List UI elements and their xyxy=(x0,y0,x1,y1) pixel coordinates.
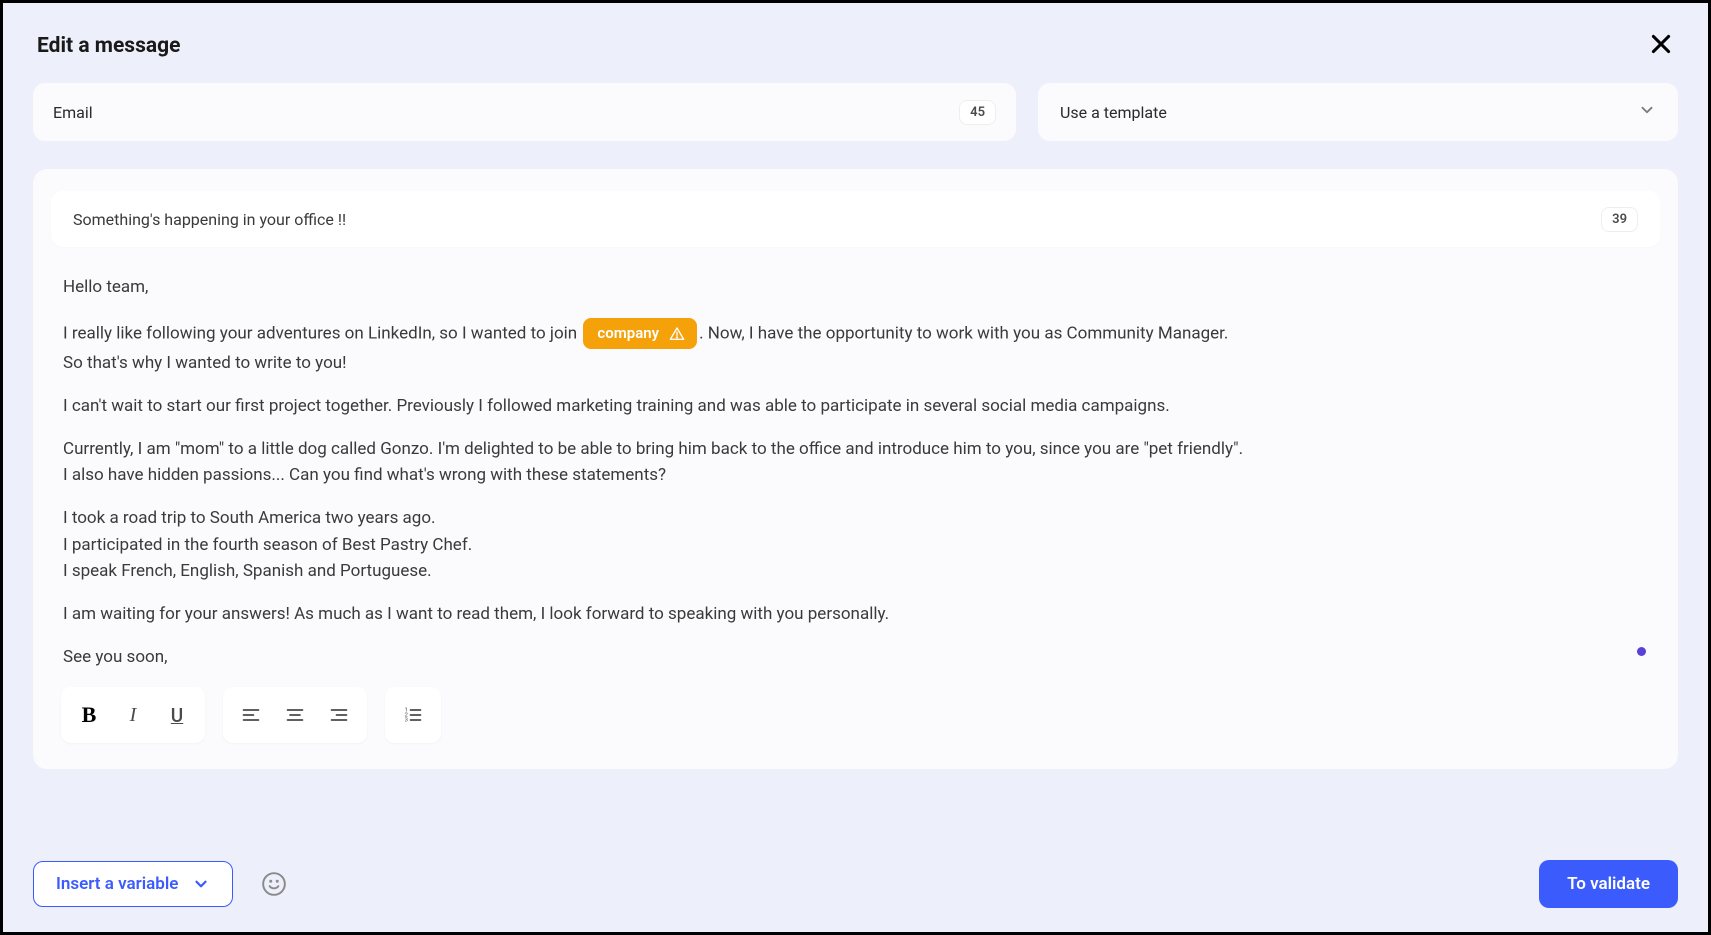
close-icon xyxy=(1648,31,1674,57)
insert-variable-label: Insert a variable xyxy=(56,874,178,894)
body-paragraph: Hello team, xyxy=(63,275,1648,300)
body-paragraph: Currently, I am "mom" to a little dog ca… xyxy=(63,437,1648,462)
editor-toolbar: B I U 123 xyxy=(51,687,1660,743)
body-paragraph: I really like following your adventures … xyxy=(63,318,1648,350)
align-center-icon xyxy=(285,705,305,725)
resize-handle[interactable] xyxy=(1637,647,1646,656)
align-left-icon xyxy=(241,705,261,725)
smile-icon xyxy=(261,871,287,897)
align-right-icon xyxy=(329,705,349,725)
ordered-list-icon: 123 xyxy=(403,705,423,725)
email-tab[interactable]: Email 45 xyxy=(33,83,1016,141)
body-paragraph: I took a road trip to South America two … xyxy=(63,506,1648,531)
body-paragraph: I participated in the fourth season of B… xyxy=(63,533,1648,558)
chevron-down-icon xyxy=(1638,101,1656,123)
template-select[interactable]: Use a template xyxy=(1038,83,1678,141)
align-left-button[interactable] xyxy=(229,693,273,737)
list-group: 123 xyxy=(385,687,441,743)
insert-variable-button[interactable]: Insert a variable xyxy=(33,861,233,907)
body-paragraph: So that's why I wanted to write to you! xyxy=(63,351,1648,376)
subject-text: Something's happening in your office !! xyxy=(73,210,346,229)
variable-chip-company[interactable]: company xyxy=(583,318,697,350)
body-paragraph: I also have hidden passions... Can you f… xyxy=(63,463,1648,488)
subject-count-badge: 39 xyxy=(1601,207,1638,232)
email-count-badge: 45 xyxy=(959,100,996,125)
body-paragraph: I speak French, English, Spanish and Por… xyxy=(63,559,1648,584)
email-tab-label: Email xyxy=(53,103,93,122)
align-right-button[interactable] xyxy=(317,693,361,737)
chevron-down-icon xyxy=(192,875,210,893)
close-button[interactable] xyxy=(1648,31,1674,61)
underline-button[interactable]: U xyxy=(155,693,199,737)
message-body[interactable]: Hello team, I really like following your… xyxy=(51,269,1660,669)
subject-input[interactable]: Something's happening in your office !! … xyxy=(51,191,1660,247)
italic-button[interactable]: I xyxy=(111,693,155,737)
body-paragraph: I can't wait to start our first project … xyxy=(63,394,1648,419)
footer: Insert a variable To validate xyxy=(3,838,1708,932)
align-center-button[interactable] xyxy=(273,693,317,737)
template-select-label: Use a template xyxy=(1060,103,1167,122)
svg-text:3: 3 xyxy=(405,718,408,724)
body-paragraph: See you soon, xyxy=(63,645,1648,670)
body-paragraph: I am waiting for your answers! As much a… xyxy=(63,602,1648,627)
warning-icon xyxy=(669,326,685,342)
page-title: Edit a message xyxy=(37,34,180,58)
bold-button[interactable]: B xyxy=(67,693,111,737)
emoji-button[interactable] xyxy=(261,871,287,897)
text-style-group: B I U xyxy=(61,687,205,743)
ordered-list-button[interactable]: 123 xyxy=(391,693,435,737)
validate-button[interactable]: To validate xyxy=(1539,860,1678,908)
alignment-group xyxy=(223,687,367,743)
message-editor: Something's happening in your office !! … xyxy=(33,169,1678,769)
